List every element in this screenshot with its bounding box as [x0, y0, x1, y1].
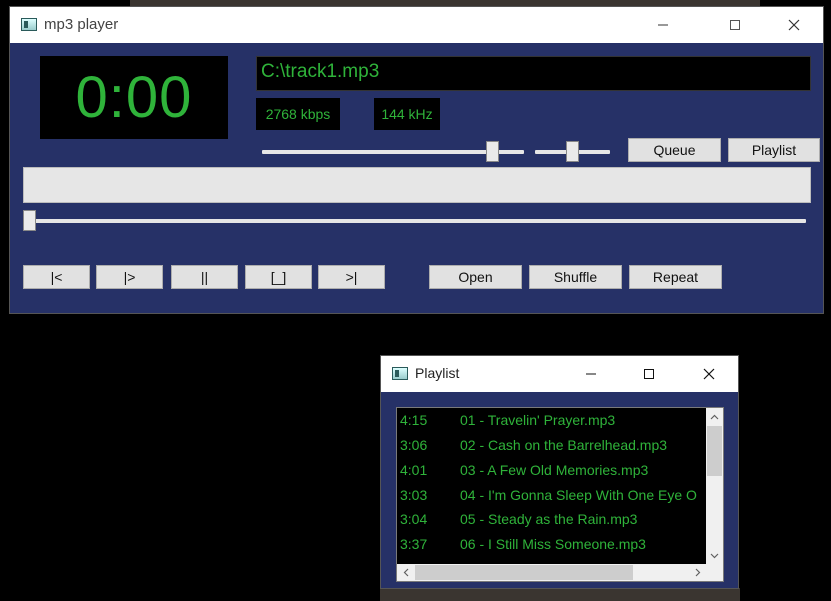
volume-track — [262, 150, 524, 154]
playlist-listbox[interactable]: 4:15 01 - Travelin' Prayer.mp3 3:06 02 -… — [396, 407, 724, 582]
track-duration: 3:37 — [400, 536, 428, 552]
play-button[interactable]: |> — [96, 265, 163, 289]
close-icon — [703, 368, 715, 380]
desktop-background-bottom — [380, 588, 740, 601]
track-duration: 3:03 — [400, 487, 428, 503]
main-client-area: 0:00 C:\track1.mp3 2768 kbps 144 kHz Que… — [10, 43, 823, 313]
track-name: 03 - A Few Old Memories.mp3 — [460, 462, 649, 478]
pause-button[interactable]: || — [171, 265, 238, 289]
playlist-button[interactable]: Playlist — [728, 138, 820, 162]
horizontal-scroll-thumb[interactable] — [415, 565, 633, 580]
scroll-up-button[interactable] — [706, 408, 723, 425]
playlist-client-area: 4:15 01 - Travelin' Prayer.mp3 3:06 02 -… — [381, 392, 738, 588]
playlist-minimize-button[interactable] — [568, 356, 614, 392]
track-duration: 3:04 — [400, 511, 428, 527]
time-display: 0:00 — [40, 56, 228, 139]
playlist-row[interactable]: 3:37 06 - I Still Miss Someone.mp3 — [397, 532, 706, 557]
track-duration: 4:01 — [400, 462, 428, 478]
close-icon — [788, 19, 800, 31]
visualization-area — [23, 167, 811, 203]
maximize-icon — [730, 20, 740, 30]
balance-thumb[interactable] — [566, 141, 579, 162]
playlist-row[interactable]: 3:04 05 - Steady as the Rain.mp3 — [397, 507, 706, 532]
samplerate-display: 144 kHz — [374, 98, 440, 130]
track-name: 01 - Travelin' Prayer.mp3 — [460, 412, 616, 428]
position-slider[interactable] — [23, 210, 806, 232]
track-name: 05 - Steady as the Rain.mp3 — [460, 511, 638, 527]
maximize-icon — [644, 369, 654, 379]
desktop-background-top — [130, 0, 760, 7]
playlist-window-title: Playlist — [415, 365, 460, 381]
playlist-close-button[interactable] — [686, 356, 732, 392]
playlist-window: Playlist 4:15 01 - Travelin' Prayer.mp3 … — [381, 356, 738, 588]
volume-thumb[interactable] — [486, 141, 499, 162]
playlist-maximize-button[interactable] — [626, 356, 672, 392]
playlist-rows: 4:15 01 - Travelin' Prayer.mp3 3:06 02 -… — [397, 408, 706, 564]
vertical-scroll-thumb[interactable] — [707, 426, 722, 476]
track-duration: 4:15 — [400, 412, 428, 428]
balance-slider[interactable] — [535, 141, 610, 163]
position-thumb[interactable] — [23, 210, 36, 231]
next-button[interactable]: >| — [318, 265, 385, 289]
volume-slider[interactable] — [262, 141, 524, 163]
file-display: C:\track1.mp3 — [256, 56, 811, 91]
main-titlebar[interactable]: mp3 player — [10, 7, 823, 43]
horizontal-scrollbar[interactable] — [397, 564, 706, 581]
track-duration: 3:06 — [400, 437, 428, 453]
chevron-right-icon — [695, 568, 700, 577]
main-window: mp3 player 0:00 C:\track1.mp3 2768 kbps … — [10, 7, 823, 313]
repeat-button[interactable]: Repeat — [629, 265, 722, 289]
maximize-button[interactable] — [712, 7, 758, 43]
playlist-titlebar[interactable]: Playlist — [381, 356, 738, 392]
chevron-down-icon — [710, 553, 719, 558]
scrollbar-corner — [706, 564, 723, 581]
minimize-button[interactable] — [640, 7, 686, 43]
track-name: 06 - I Still Miss Someone.mp3 — [460, 536, 646, 552]
playlist-row[interactable]: 3:06 02 - Cash on the Barrelhead.mp3 — [397, 433, 706, 458]
previous-button[interactable]: |< — [23, 265, 90, 289]
scroll-right-button[interactable] — [689, 564, 706, 581]
track-name: 04 - I'm Gonna Sleep With One Eye O — [460, 487, 697, 503]
main-window-title: mp3 player — [44, 16, 119, 33]
position-track — [23, 219, 806, 223]
open-button[interactable]: Open — [429, 265, 522, 289]
queue-button[interactable]: Queue — [628, 138, 721, 162]
close-button[interactable] — [771, 7, 817, 43]
minimize-icon — [586, 373, 596, 375]
bitrate-display: 2768 kbps — [256, 98, 340, 130]
chevron-up-icon — [710, 414, 719, 419]
playlist-app-icon — [392, 367, 408, 380]
chevron-left-icon — [403, 568, 408, 577]
vertical-scrollbar[interactable] — [706, 408, 723, 564]
minimize-icon — [658, 24, 668, 26]
track-name: 02 - Cash on the Barrelhead.mp3 — [460, 437, 668, 453]
shuffle-button[interactable]: Shuffle — [529, 265, 622, 289]
stop-button[interactable]: [_] — [245, 265, 312, 289]
app-icon — [21, 18, 37, 31]
scroll-down-button[interactable] — [706, 547, 723, 564]
playlist-row[interactable]: 4:01 03 - A Few Old Memories.mp3 — [397, 458, 706, 483]
playlist-row[interactable]: 3:03 04 - I'm Gonna Sleep With One Eye O — [397, 483, 706, 508]
scroll-left-button[interactable] — [397, 564, 414, 581]
playlist-row[interactable]: 4:15 01 - Travelin' Prayer.mp3 — [397, 408, 706, 433]
